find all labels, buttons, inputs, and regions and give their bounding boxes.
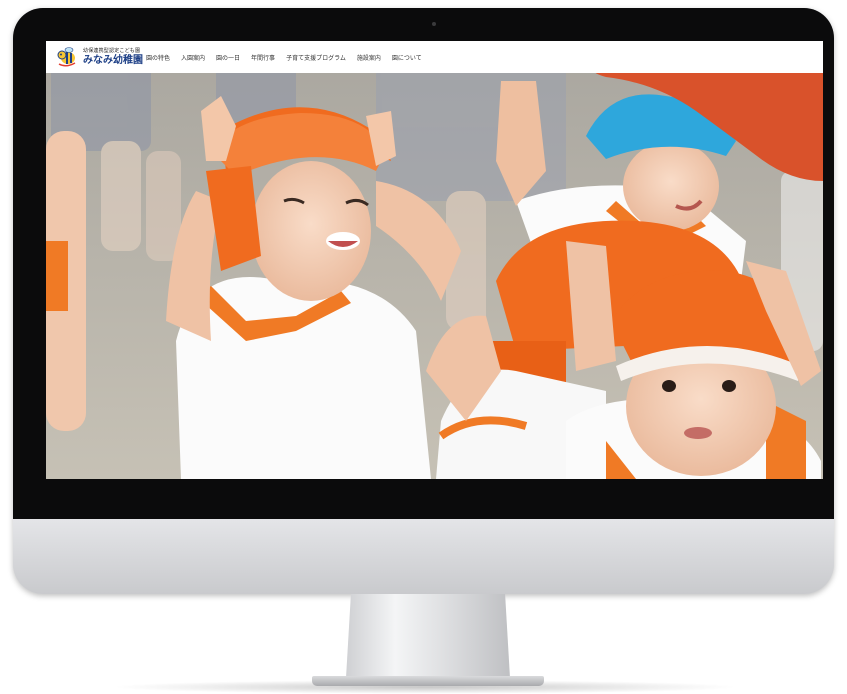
contact-label: お問合せ・お申込み: [708, 54, 770, 62]
camera-icon: [432, 22, 436, 26]
monitor-stand-neck: [346, 594, 510, 678]
website-screen: 幼保連携型認定こども園 みなみ幼稚園 園の特色 入園案内 園の一日 年間行事 子…: [46, 41, 823, 479]
contact-button[interactable]: › お問合せ・お申込み: [696, 51, 769, 63]
nav-item-about[interactable]: 園について: [392, 53, 422, 62]
nav-item-facilities[interactable]: 施設案内: [357, 53, 381, 62]
monitor-chin: [13, 519, 834, 594]
nav-item-admission[interactable]: 入園案内: [181, 53, 205, 62]
site-logo[interactable]: 幼保連携型認定こども園 みなみ幼稚園: [56, 45, 143, 69]
hero-photo: [46, 41, 823, 479]
logo-name: みなみ幼稚園: [83, 54, 143, 66]
nav-item-features[interactable]: 園の特色: [146, 53, 170, 62]
main-nav: 園の特色 入園案内 園の一日 年間行事 子育て支援プログラム 施設案内 園につい…: [146, 41, 422, 73]
bee-mascot-icon: [56, 46, 78, 68]
monitor-stand-foot: [312, 676, 544, 686]
nav-item-parenting-support[interactable]: 子育て支援プログラム: [286, 53, 346, 62]
circle-arrow-icon: ›: [696, 53, 703, 61]
logo-subtitle: 幼保連携型認定こども園: [83, 47, 141, 54]
nav-item-daily-schedule[interactable]: 園の一日: [216, 53, 240, 62]
nav-item-annual-events[interactable]: 年間行事: [251, 53, 275, 62]
